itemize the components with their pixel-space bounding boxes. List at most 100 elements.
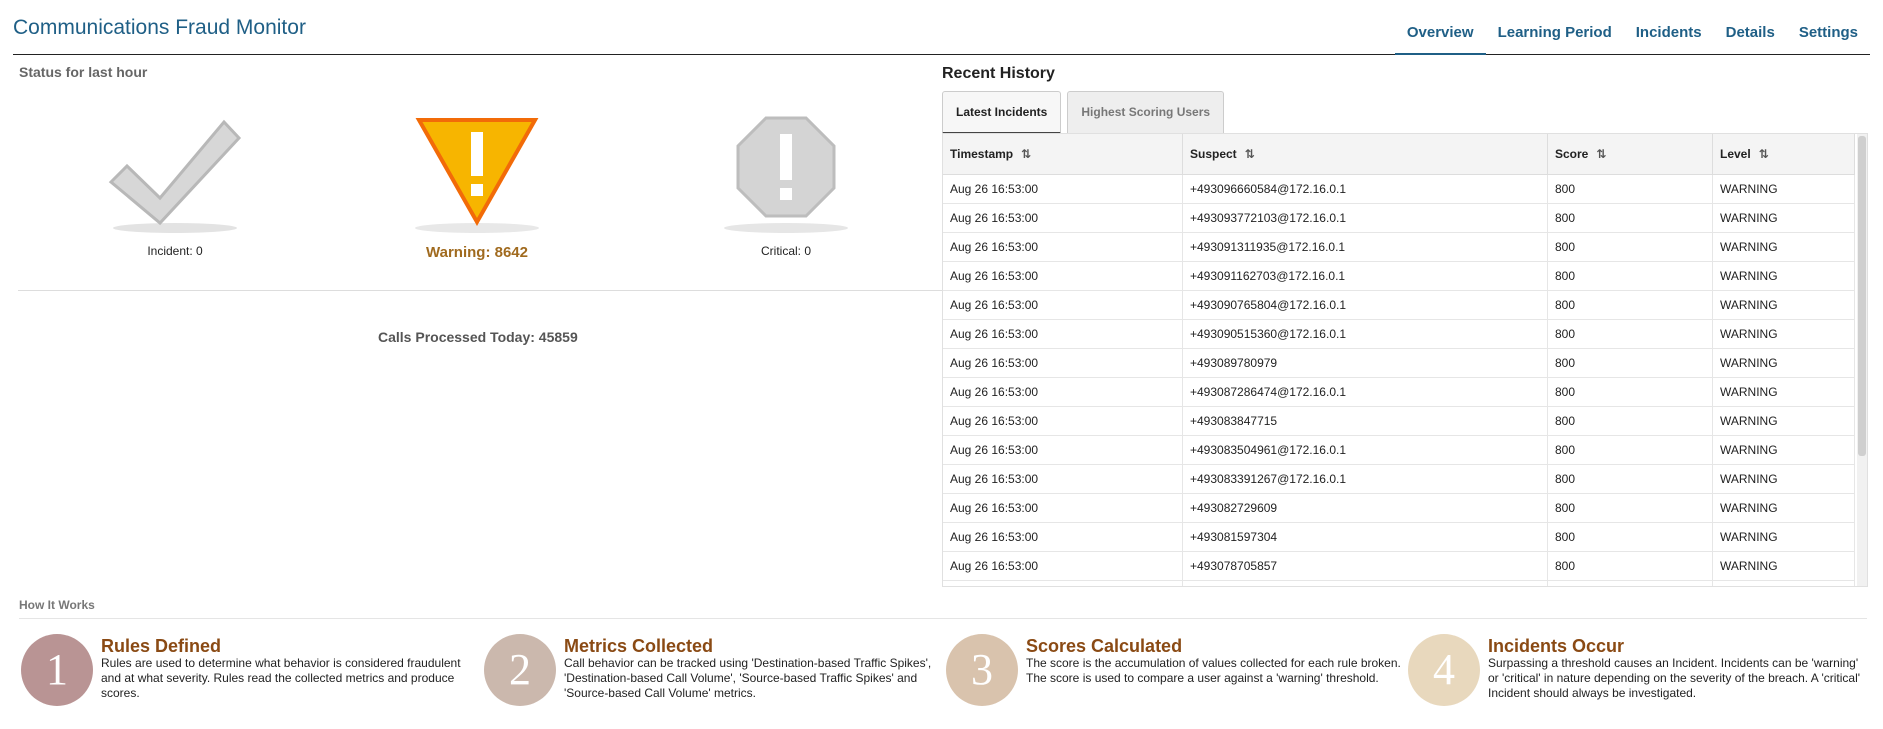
sort-icon[interactable]: ⇅ xyxy=(1596,147,1606,161)
column-header-score[interactable]: Score ⇅ xyxy=(1547,134,1713,175)
table-row[interactable]: Aug 26 16:53:00 +493089780979 800 WARNING xyxy=(943,348,1855,378)
cell-score: 800 xyxy=(1547,232,1713,262)
nav-overview[interactable]: Overview xyxy=(1394,24,1486,55)
incidents-table-container: Timestamp ⇅ Suspect ⇅ Score ⇅ Level ⇅ Aug 26… xyxy=(942,133,1868,587)
table-row[interactable]: Aug 26 16:53:00 +493081597304 800 WARNING xyxy=(943,522,1855,552)
sort-icon[interactable]: ⇅ xyxy=(1759,147,1769,161)
cell-timestamp: Aug 26 16:53:00 xyxy=(943,522,1183,552)
incident-status: Incident: 0 xyxy=(75,110,275,258)
step-title: Metrics Collected xyxy=(564,636,714,656)
cell-timestamp: Aug 26 16:53:00 xyxy=(943,377,1183,407)
table-row[interactable] xyxy=(943,580,1855,586)
step-description: Call behavior can be tracked using 'Dest… xyxy=(564,656,932,700)
cell-level: WARNING xyxy=(1712,377,1855,407)
cell-suspect: +493078705857 xyxy=(1182,551,1548,581)
cell-timestamp: Aug 26 16:53:00 xyxy=(943,174,1183,204)
warning-count: Warning: 8642 xyxy=(426,244,528,261)
cell-level: WARNING xyxy=(1712,232,1855,262)
cell-level: WARNING xyxy=(1712,319,1855,349)
column-header-level[interactable]: Level ⇅ xyxy=(1712,134,1855,175)
table-row[interactable]: Aug 26 16:53:00 +493091311935@172.16.0.1 8… xyxy=(943,232,1855,262)
cell-level: WARNING xyxy=(1712,261,1855,291)
cell-suspect: +493090765804@172.16.0.1 xyxy=(1182,290,1548,320)
table-row[interactable]: Aug 26 16:53:00 +493083847715 800 WARNING xyxy=(943,406,1855,436)
cell-level: WARNING xyxy=(1712,551,1855,581)
table-row[interactable]: Aug 26 16:53:00 +493093772103@172.16.0.1 8… xyxy=(943,203,1855,233)
step-number-badge: 3 xyxy=(946,634,1018,706)
column-header-suspect[interactable]: Suspect ⇅ xyxy=(1182,134,1548,175)
cell-score: 800 xyxy=(1547,435,1713,465)
cell-timestamp: Aug 26 16:53:00 xyxy=(943,435,1183,465)
cell-level: WARNING xyxy=(1712,464,1855,494)
main-nav: Overview Learning Period Incidents Detai… xyxy=(1394,24,1870,55)
table-row[interactable]: Aug 26 16:53:00 +493078705857 800 WARNING xyxy=(943,551,1855,581)
cell-suspect: +493089780979 xyxy=(1182,348,1548,378)
cell-suspect: +493093772103@172.16.0.1 xyxy=(1182,203,1548,233)
cell-level: WARNING xyxy=(1712,290,1855,320)
cell-level: WARNING xyxy=(1712,435,1855,465)
incident-count: Incident: 0 xyxy=(147,244,203,258)
column-header-timestamp[interactable]: Timestamp ⇅ xyxy=(943,134,1183,175)
tab-latest-incidents[interactable]: Latest Incidents xyxy=(942,91,1062,134)
app-header: Communications Fraud Monitor Overview Le… xyxy=(13,0,1870,55)
table-row[interactable]: Aug 26 16:53:00 +493083391267@172.16.0.1 8… xyxy=(943,464,1855,494)
cell-timestamp: Aug 26 16:53:00 xyxy=(943,406,1183,436)
cell-suspect: +493091311935@172.16.0.1 xyxy=(1182,232,1548,262)
cell-score xyxy=(1547,580,1713,586)
tab-highest-scoring-users[interactable]: Highest Scoring Users xyxy=(1067,91,1225,134)
nav-learning-period[interactable]: Learning Period xyxy=(1486,24,1624,55)
cell-suspect: +493083391267@172.16.0.1 xyxy=(1182,464,1548,494)
cell-score: 800 xyxy=(1547,377,1713,407)
nav-settings[interactable]: Settings xyxy=(1787,24,1870,55)
cell-suspect: +493087286474@172.16.0.1 xyxy=(1182,377,1548,407)
table-row[interactable]: Aug 26 16:53:00 +493096660584@172.16.0.1 8… xyxy=(943,174,1855,204)
cell-score: 800 xyxy=(1547,290,1713,320)
sort-icon[interactable]: ⇅ xyxy=(1245,147,1255,161)
cell-timestamp: Aug 26 16:53:00 xyxy=(943,493,1183,523)
table-row[interactable]: Aug 26 16:53:00 +493083504961@172.16.0.1 8… xyxy=(943,435,1855,465)
sort-icon[interactable]: ⇅ xyxy=(1021,147,1031,161)
cell-suspect xyxy=(1182,580,1548,586)
critical-count: Critical: 0 xyxy=(760,244,811,258)
critical-status: Critical: 0 xyxy=(686,110,886,258)
cell-level: WARNING xyxy=(1712,493,1855,523)
step-title: Scores Calculated xyxy=(1026,636,1183,656)
table-row[interactable]: Aug 26 16:53:00 +493091162703@172.16.0.1 8… xyxy=(943,261,1855,291)
cell-score: 800 xyxy=(1547,348,1713,378)
history-tabs: Latest Incidents Highest Scoring Users xyxy=(942,91,1225,134)
app-title: Communications Fraud Monitor xyxy=(13,16,306,39)
cell-suspect: +493081597304 xyxy=(1182,522,1548,552)
cell-level: WARNING xyxy=(1712,174,1855,204)
cell-timestamp: Aug 26 16:53:00 xyxy=(943,551,1183,581)
nav-incidents[interactable]: Incidents xyxy=(1624,24,1714,55)
cell-score: 800 xyxy=(1547,203,1713,233)
table-row[interactable]: Aug 26 16:53:00 +493090515360@172.16.0.1 8… xyxy=(943,319,1855,349)
cell-score: 800 xyxy=(1547,174,1713,204)
cell-level xyxy=(1712,580,1855,586)
calls-processed: Calls Processed Today: 45859 xyxy=(378,329,578,345)
table-row[interactable]: Aug 26 16:53:00 +493090765804@172.16.0.1 8… xyxy=(943,290,1855,320)
nav-details[interactable]: Details xyxy=(1714,24,1787,55)
scroll-thumb[interactable] xyxy=(1858,136,1866,456)
critical-octagon-icon xyxy=(724,116,848,233)
cell-level: WARNING xyxy=(1712,203,1855,233)
cell-timestamp: Aug 26 16:53:00 xyxy=(943,319,1183,349)
cell-timestamp: Aug 26 16:53:00 xyxy=(943,261,1183,291)
table-row[interactable]: Aug 26 16:53:00 +493087286474@172.16.0.1 8… xyxy=(943,377,1855,407)
status-divider xyxy=(18,290,943,291)
table-row[interactable]: Aug 26 16:53:00 +493082729609 800 WARNING xyxy=(943,493,1855,523)
how-it-works-divider xyxy=(19,618,1867,619)
step-number-badge: 2 xyxy=(484,634,556,706)
how-it-works-title: How It Works xyxy=(19,598,95,612)
step-number-badge: 1 xyxy=(21,634,93,706)
cell-score: 800 xyxy=(1547,551,1713,581)
cell-level: WARNING xyxy=(1712,348,1855,378)
cell-score: 800 xyxy=(1547,522,1713,552)
cell-timestamp: Aug 26 16:53:00 xyxy=(943,290,1183,320)
step-number-badge: 4 xyxy=(1408,634,1480,706)
cell-score: 800 xyxy=(1547,464,1713,494)
step-description: The score is the accumulation of values … xyxy=(1026,656,1401,685)
table-scrollbar[interactable] xyxy=(1857,134,1867,586)
cell-score: 800 xyxy=(1547,493,1713,523)
step-description: Rules are used to determine what behavio… xyxy=(101,656,461,700)
